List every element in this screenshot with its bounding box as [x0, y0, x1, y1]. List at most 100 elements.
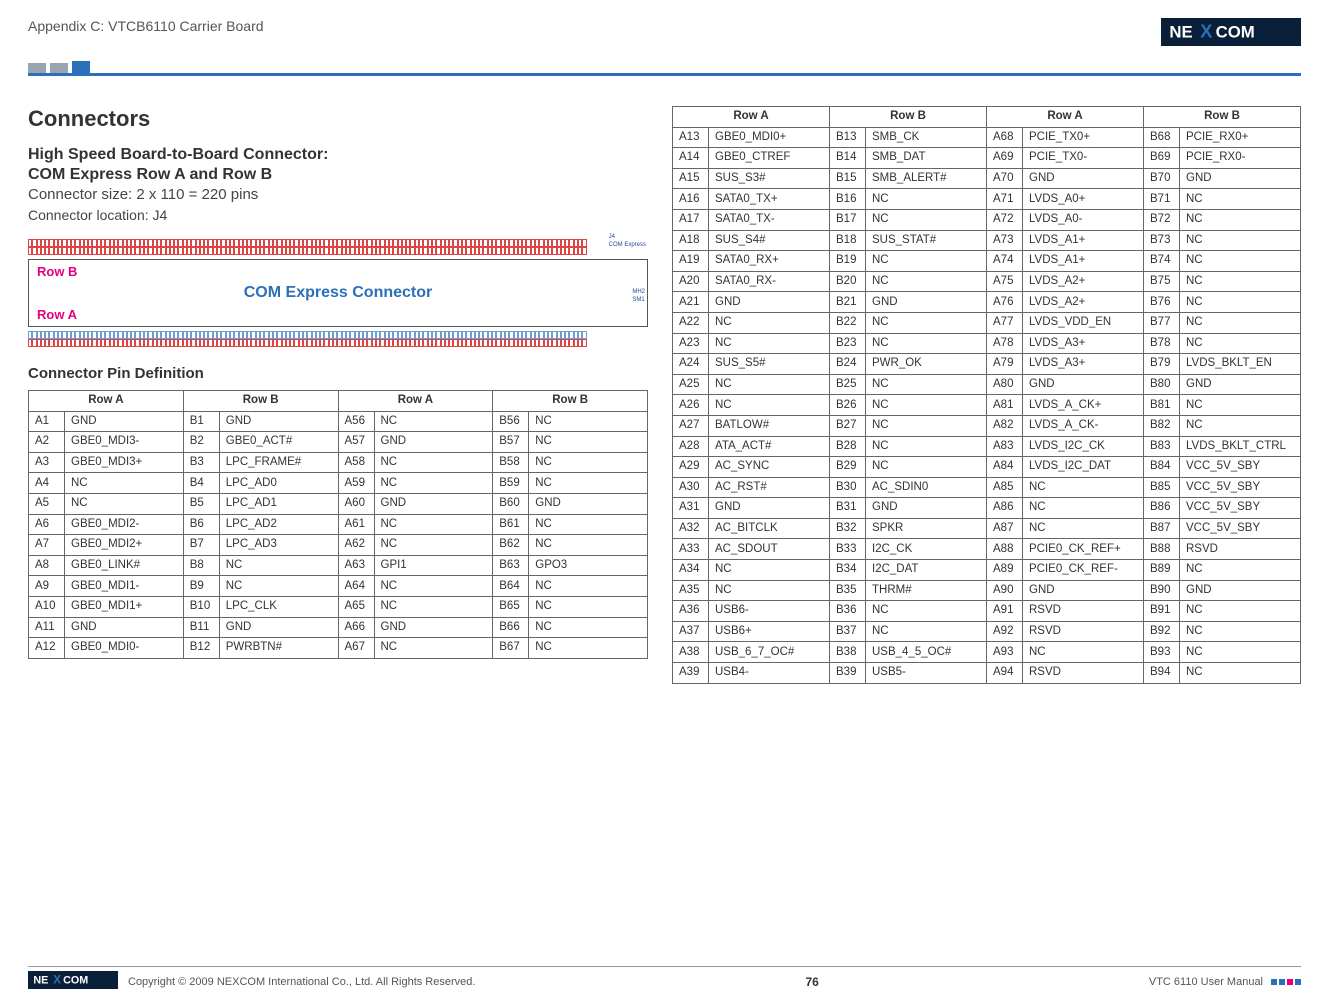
table-cell: B94 — [1144, 663, 1180, 684]
table-cell: NC — [1180, 642, 1301, 663]
table-cell: AC_SYNC — [709, 457, 830, 478]
table-row: A23NCB23NCA78LVDS_A3+B78NC — [673, 333, 1301, 354]
table-row: A16SATA0_TX+B16NCA71LVDS_A0+B71NC — [673, 189, 1301, 210]
table-cell: A14 — [673, 148, 709, 169]
table-cell: PCIE_TX0- — [1023, 148, 1144, 169]
table-cell: NC — [866, 333, 987, 354]
table-cell: A87 — [987, 518, 1023, 539]
col-row-a: Row A — [987, 107, 1144, 128]
table-cell: VCC_5V_SBY — [1180, 477, 1301, 498]
table-cell: A4 — [29, 473, 65, 494]
table-cell: A77 — [987, 312, 1023, 333]
footer-decor-squares — [1271, 979, 1301, 985]
table-cell: A61 — [338, 514, 374, 535]
svg-text:COM: COM — [1216, 23, 1255, 42]
table-cell: A62 — [338, 535, 374, 556]
table-cell: B82 — [1144, 415, 1180, 436]
table-cell: SATA0_TX+ — [709, 189, 830, 210]
table-cell: LPC_FRAME# — [219, 452, 338, 473]
table-cell: GND — [709, 498, 830, 519]
table-cell: NC — [374, 576, 493, 597]
table-cell: A93 — [987, 642, 1023, 663]
connector-diagram: J4COM Express Row B COM Express Connecto… — [28, 239, 648, 347]
connector-location: Connector location: J4 — [28, 207, 648, 223]
table-cell: B56 — [493, 411, 529, 432]
table-cell: SUS_STAT# — [866, 230, 987, 251]
table-cell: GND — [866, 498, 987, 519]
table-cell: I2C_CK — [866, 539, 987, 560]
table-cell: A3 — [29, 452, 65, 473]
table-cell: NC — [529, 514, 648, 535]
table-row: A11GNDB11GNDA66GNDB66NC — [29, 617, 648, 638]
table-cell: A7 — [29, 535, 65, 556]
table-cell: NC — [529, 535, 648, 556]
table-row: A22NCB22NCA77LVDS_VDD_ENB77NC — [673, 312, 1301, 333]
table-row: A25NCB25NCA80GNDB80GND — [673, 374, 1301, 395]
table-cell: SUS_S3# — [709, 168, 830, 189]
table-cell: B27 — [830, 415, 866, 436]
table-row: A17SATA0_TX-B17NCA72LVDS_A0-B72NC — [673, 209, 1301, 230]
table-cell: A5 — [29, 493, 65, 514]
col-row-a: Row A — [29, 391, 184, 412]
table-cell: LVDS_A2+ — [1023, 271, 1144, 292]
table-row: A36USB6-B36NCA91RSVDB91NC — [673, 601, 1301, 622]
table-cell: GND — [374, 617, 493, 638]
table-cell: B80 — [1144, 374, 1180, 395]
table-cell: A21 — [673, 292, 709, 313]
table-cell: A65 — [338, 596, 374, 617]
table-cell: BATLOW# — [709, 415, 830, 436]
table-cell: GBE0_MDI0+ — [709, 127, 830, 148]
table-cell: B75 — [1144, 271, 1180, 292]
page-number: 76 — [475, 975, 1148, 989]
table-cell: B35 — [830, 580, 866, 601]
table-cell: NC — [529, 411, 648, 432]
table-cell: THRM# — [866, 580, 987, 601]
table-cell: NC — [1023, 642, 1144, 663]
table-row: A28ATA_ACT#B28NCA83LVDS_I2C_CKB83LVDS_BK… — [673, 436, 1301, 457]
table-row: A26NCB26NCA81LVDS_A_CK+B81NC — [673, 395, 1301, 416]
table-cell: VCC_5V_SBY — [1180, 518, 1301, 539]
table-cell: B38 — [830, 642, 866, 663]
table-cell: B89 — [1144, 560, 1180, 581]
table-row: A20SATA0_RX-B20NCA75LVDS_A2+B75NC — [673, 271, 1301, 292]
table-cell: VCC_5V_SBY — [1180, 498, 1301, 519]
table-row: A18SUS_S4#B18SUS_STAT#A73LVDS_A1+B73NC — [673, 230, 1301, 251]
table-header-row: Row A Row B Row A Row B — [673, 107, 1301, 128]
table-cell: B78 — [1144, 333, 1180, 354]
table-cell: B66 — [493, 617, 529, 638]
table-cell: B15 — [830, 168, 866, 189]
table-cell: NC — [709, 374, 830, 395]
table-cell: LPC_CLK — [219, 596, 338, 617]
table-cell: A70 — [987, 168, 1023, 189]
table-cell: I2C_DAT — [866, 560, 987, 581]
table-cell: B20 — [830, 271, 866, 292]
table-cell: NC — [374, 411, 493, 432]
table-cell: RSVD — [1180, 539, 1301, 560]
table-cell: GBE0_MDI2+ — [65, 535, 184, 556]
table-cell: B17 — [830, 209, 866, 230]
table-cell: A69 — [987, 148, 1023, 169]
table-cell: SMB_ALERT# — [866, 168, 987, 189]
table-cell: B70 — [1144, 168, 1180, 189]
table-cell: NC — [709, 580, 830, 601]
table-cell: NC — [529, 576, 648, 597]
table-cell: A66 — [338, 617, 374, 638]
table-cell: A29 — [673, 457, 709, 478]
table-cell: A25 — [673, 374, 709, 395]
diagram-connector-label: COM Express Connector — [29, 284, 647, 302]
table-cell: SMB_CK — [866, 127, 987, 148]
table-cell: GND — [866, 292, 987, 313]
table-cell: A86 — [987, 498, 1023, 519]
table-cell: B81 — [1144, 395, 1180, 416]
table-cell: GND — [1180, 580, 1301, 601]
table-cell: A26 — [673, 395, 709, 416]
table-cell: A92 — [987, 621, 1023, 642]
table-cell: NC — [1180, 601, 1301, 622]
table-cell: GND — [219, 617, 338, 638]
table-cell: A57 — [338, 432, 374, 453]
table-cell: AC_RST# — [709, 477, 830, 498]
table-cell: B23 — [830, 333, 866, 354]
table-cell: A75 — [987, 271, 1023, 292]
table-cell: A18 — [673, 230, 709, 251]
table-row: A4NCB4LPC_AD0A59NCB59NC — [29, 473, 648, 494]
